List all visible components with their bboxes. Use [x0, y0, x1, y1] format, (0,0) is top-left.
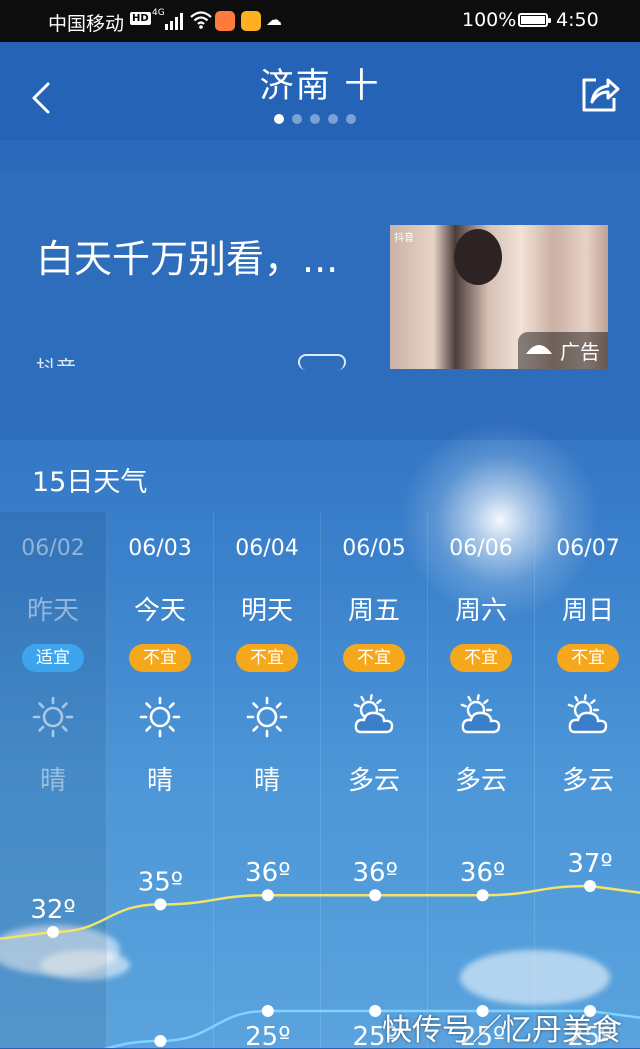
low-temp-label: 25º — [245, 1022, 290, 1048]
cloud-alert-icon: ☁ — [266, 10, 282, 29]
forecast-date: 06/02 — [21, 536, 85, 561]
ad-badge: 广告 — [518, 332, 608, 369]
forecast-date: 06/05 — [342, 536, 406, 561]
high-temp-point — [584, 880, 596, 892]
forecast-dayname: 今天 — [133, 596, 186, 626]
share-icon[interactable] — [578, 74, 620, 114]
forecast-condition: 晴 — [253, 766, 280, 796]
header-strip — [0, 140, 640, 154]
ad-badge-label: 广告 — [560, 340, 600, 364]
advice-badge: 不宜 — [343, 644, 405, 672]
forecast-dayname: 明天 — [240, 596, 293, 626]
city-title[interactable]: 济南 十 — [0, 58, 640, 107]
forecast-condition: 多云 — [454, 766, 507, 796]
partly-cloudy-icon — [565, 694, 611, 740]
high-temp-label: 37º — [567, 849, 612, 879]
forecast-condition: 晴 — [146, 766, 173, 796]
partly-cloudy-icon — [458, 694, 504, 740]
page-indicator — [274, 114, 356, 124]
app-notification-icon — [241, 11, 261, 31]
high-temp-line — [0, 884, 640, 940]
forecast-date: 06/03 — [128, 536, 192, 561]
high-temp-point — [476, 889, 489, 902]
status-bar: 中国移动 HD 4G ☁ 100% 4:50 — [0, 0, 640, 42]
forecast-condition: 多云 — [561, 766, 614, 796]
watermark: 快传号／忆丹美食 — [382, 1013, 622, 1048]
ad-options-button[interactable] — [298, 354, 346, 370]
low-temp-point — [154, 1035, 167, 1047]
forecast-condition: 晴 — [39, 766, 66, 796]
ad-image-logo: 抖音 — [394, 233, 414, 244]
high-temp-label: 36º — [460, 858, 505, 888]
advice-badge: 适宜 — [22, 644, 84, 672]
signal-icon — [165, 13, 183, 30]
ad-image[interactable]: 抖音 广告 — [390, 225, 608, 369]
forecast-title: 15日天气 — [32, 467, 148, 498]
partly-cloudy-icon — [351, 694, 397, 740]
high-temp-label: 36º — [245, 858, 290, 888]
sun-icon — [244, 694, 290, 740]
high-temp-point — [261, 889, 274, 902]
ad-image-figure — [454, 229, 502, 285]
forecast-date: 06/04 — [235, 536, 299, 561]
ad-card[interactable]: 白天千万别看，... 抖音 抖音 广告 — [0, 172, 640, 440]
low-temp-point — [261, 1005, 274, 1017]
high-temp-point — [154, 898, 167, 911]
network-type: 4G — [152, 8, 165, 18]
umbrella-icon — [526, 345, 552, 354]
high-temp-label: 35º — [138, 867, 183, 897]
forecast-dayname: 周五 — [347, 596, 400, 626]
header: 济南 十 — [0, 42, 640, 140]
sun-icon — [137, 694, 183, 740]
battery-percent: 100% — [462, 9, 517, 31]
forecast-condition: 多云 — [347, 766, 400, 796]
page-dot — [310, 114, 320, 124]
high-temp-point — [47, 926, 59, 938]
page-dot — [328, 114, 338, 124]
forecast-dayname: 昨天 — [26, 596, 79, 626]
advice-badge: 不宜 — [129, 644, 191, 672]
battery-icon — [518, 13, 551, 27]
forecast-date: 06/07 — [556, 536, 620, 561]
ad-title[interactable]: 白天千万别看，... — [36, 228, 338, 283]
high-temp-label: 32º — [30, 895, 75, 925]
sun-icon — [30, 694, 76, 740]
advice-badge: 不宜 — [557, 644, 619, 672]
advice-badge: 不宜 — [450, 644, 512, 672]
forecast-dayname: 周日 — [561, 596, 614, 626]
forecast-dayname: 周六 — [454, 596, 507, 626]
page-dot — [292, 114, 302, 124]
page-dot — [346, 114, 356, 124]
forecast-date: 06/06 — [449, 536, 513, 561]
high-temp-point — [369, 889, 382, 902]
app-notification-icon — [215, 11, 235, 31]
advice-badge: 不宜 — [236, 644, 298, 672]
low-temp-point — [369, 1005, 382, 1017]
hd-badge: HD — [130, 12, 151, 25]
high-temp-label: 36º — [353, 858, 398, 888]
page-dot — [274, 114, 284, 124]
carrier-name: 中国移动 — [48, 13, 125, 35]
wifi-icon — [190, 11, 212, 29]
ad-source: 抖音 — [36, 356, 76, 368]
battery-level — [521, 16, 545, 24]
clock: 4:50 — [556, 9, 599, 31]
